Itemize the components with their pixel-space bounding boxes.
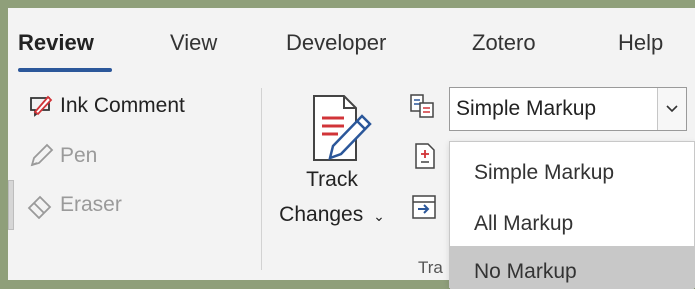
chevron-down-icon: ⌄ (373, 208, 385, 224)
ribbon-tabs: Review View Developer Zotero Help (8, 8, 695, 80)
ink-comment-button[interactable]: Ink Comment (26, 89, 185, 123)
markup-selected-value: Simple Markup (456, 97, 597, 120)
display-for-review-icon[interactable] (408, 92, 436, 120)
active-tab-indicator (18, 68, 112, 72)
menu-item-all-markup[interactable]: All Markup (450, 198, 694, 246)
tab-developer[interactable]: Developer (286, 30, 386, 56)
group-edge-handle (8, 180, 14, 230)
track-changes-icon[interactable] (300, 92, 374, 166)
tab-zotero[interactable]: Zotero (472, 30, 536, 56)
markup-dropdown-button[interactable] (657, 88, 686, 130)
ink-comment-label: Ink Comment (60, 94, 185, 117)
pen-label: Pen (60, 144, 98, 167)
ribbon: Review View Developer Zotero Help Ink Co… (8, 8, 695, 289)
eraser-label: Eraser (60, 193, 122, 216)
tracking-group-label: Tra (418, 258, 443, 277)
pen-icon (26, 141, 56, 171)
menu-item-no-markup[interactable]: No Markup (450, 246, 694, 289)
track-changes-label-line2: Changes (279, 203, 364, 226)
reviewing-pane-icon[interactable] (411, 194, 439, 222)
pen-button[interactable]: Pen (26, 139, 97, 173)
tab-review[interactable]: Review (18, 30, 94, 56)
show-markup-icon[interactable] (413, 142, 441, 170)
tab-help[interactable]: Help (618, 30, 663, 56)
group-separator (261, 88, 262, 270)
markup-dropdown[interactable]: Simple Markup (449, 87, 687, 131)
track-changes-button[interactable]: Changes ⌄ (268, 203, 396, 227)
markup-options-menu: Simple Markup All Markup No Markup (449, 141, 695, 289)
chevron-down-icon (666, 100, 678, 118)
tab-view[interactable]: View (170, 30, 217, 56)
ink-comment-icon (26, 91, 56, 121)
track-changes-label-line1[interactable]: Track (268, 168, 396, 192)
menu-item-simple-markup[interactable]: Simple Markup (450, 147, 694, 195)
eraser-icon (26, 190, 56, 220)
eraser-button[interactable]: Eraser (26, 188, 122, 222)
